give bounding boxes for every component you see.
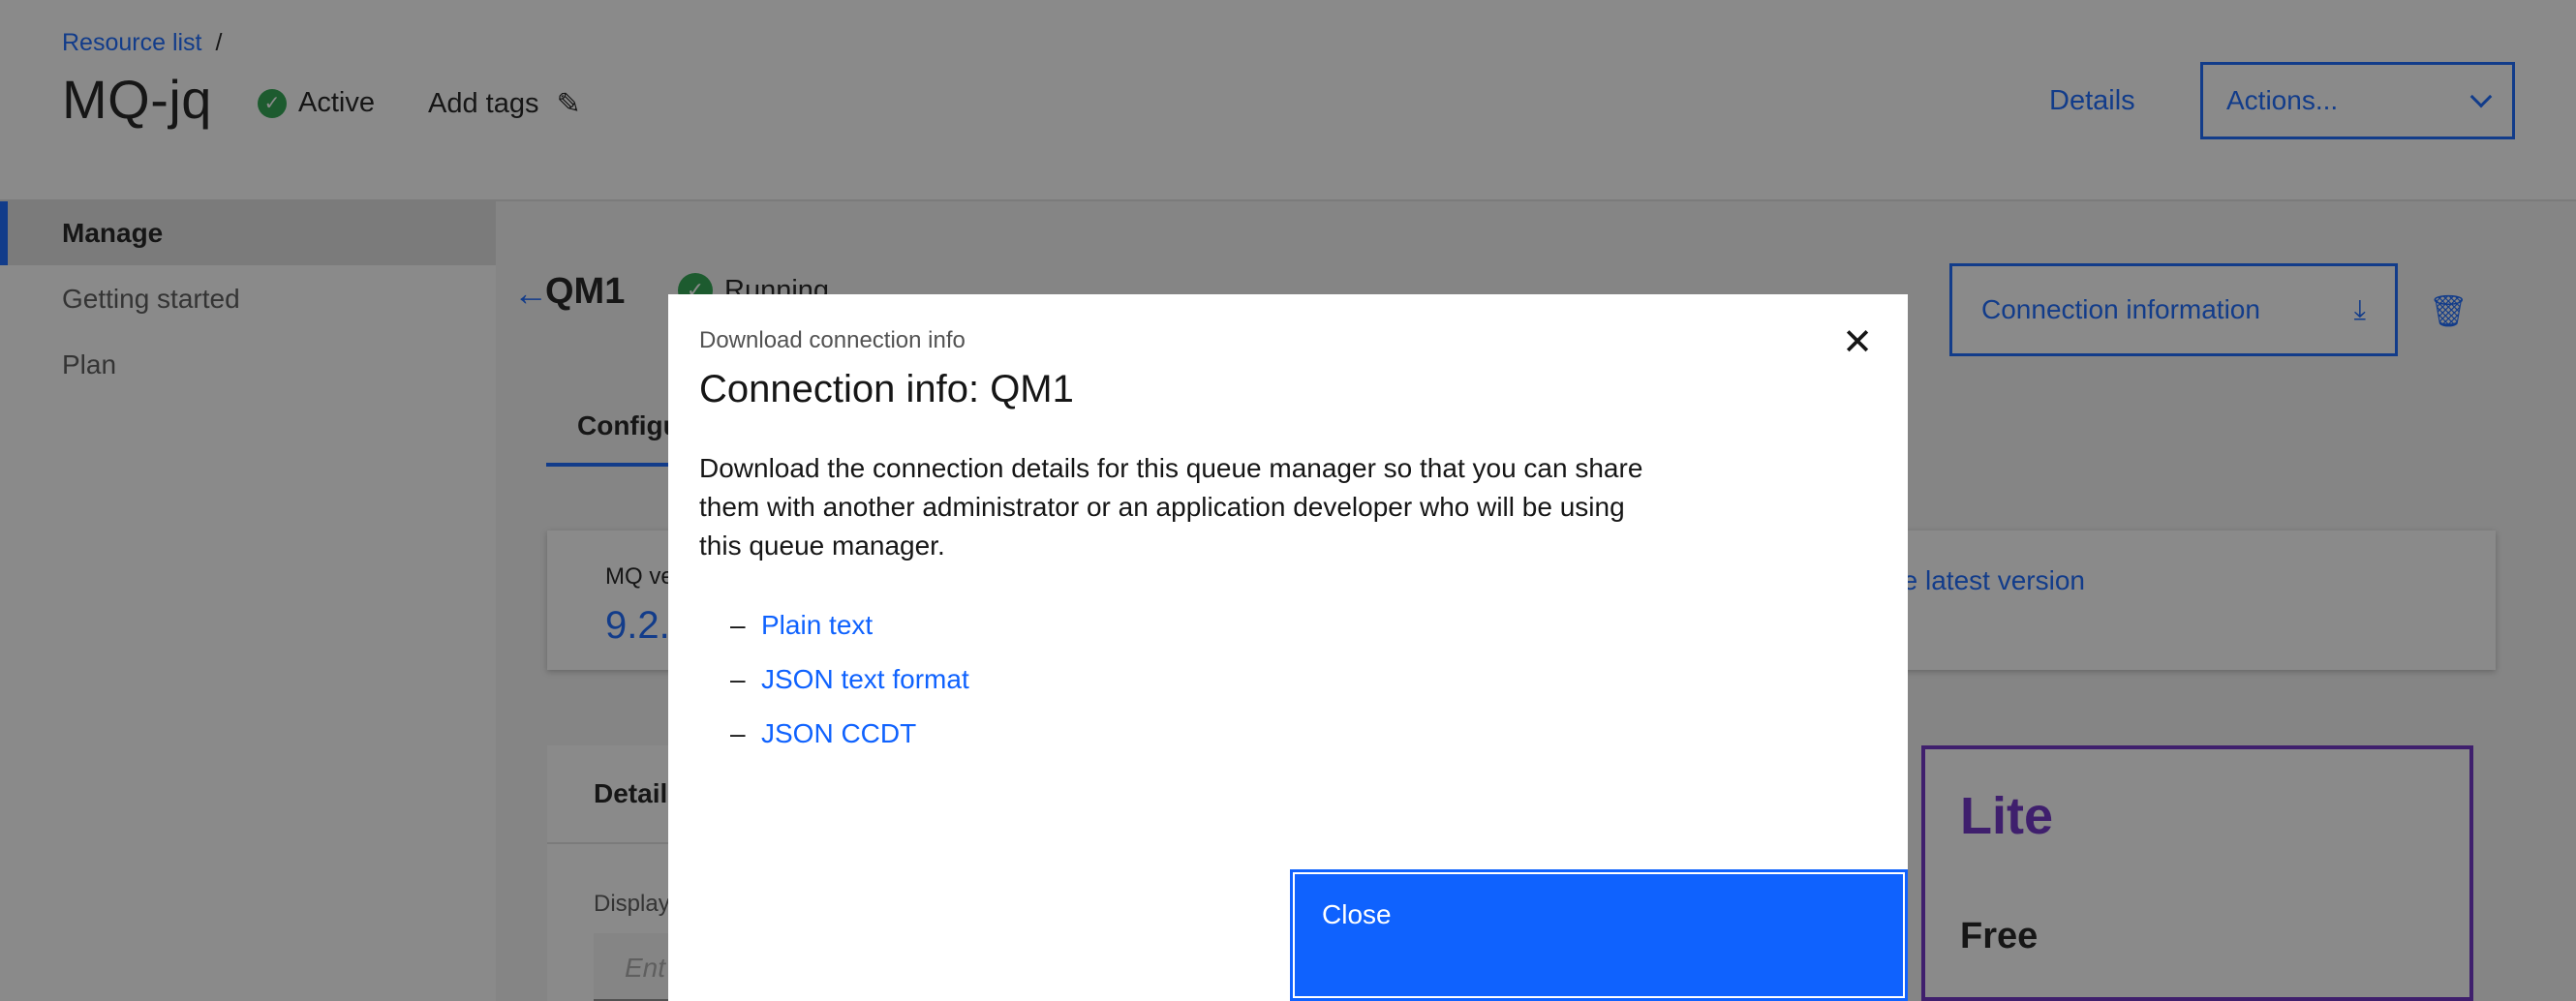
list-dash: – (730, 718, 746, 748)
json-text-format-link[interactable]: JSON text format (761, 664, 969, 695)
list-item: – Plain text (730, 598, 969, 652)
list-dash: – (730, 664, 746, 694)
modal-label: Download connection info (699, 327, 966, 353)
plain-text-link[interactable]: Plain text (761, 610, 873, 641)
close-icon[interactable]: ✕ (1838, 323, 1877, 362)
modal-body-text: Download the connection details for this… (699, 453, 1643, 561)
close-button[interactable]: Close (1290, 869, 1908, 1001)
download-format-list: – Plain text – JSON text format – JSON C… (730, 598, 969, 761)
list-item: – JSON text format (730, 652, 969, 707)
connection-info-modal: Download connection info Connection info… (668, 294, 1908, 1001)
list-item: – JSON CCDT (730, 707, 969, 761)
modal-heading: Connection info: QM1 (699, 368, 1074, 410)
json-ccdt-link[interactable]: JSON CCDT (761, 718, 916, 749)
list-dash: – (730, 610, 746, 640)
